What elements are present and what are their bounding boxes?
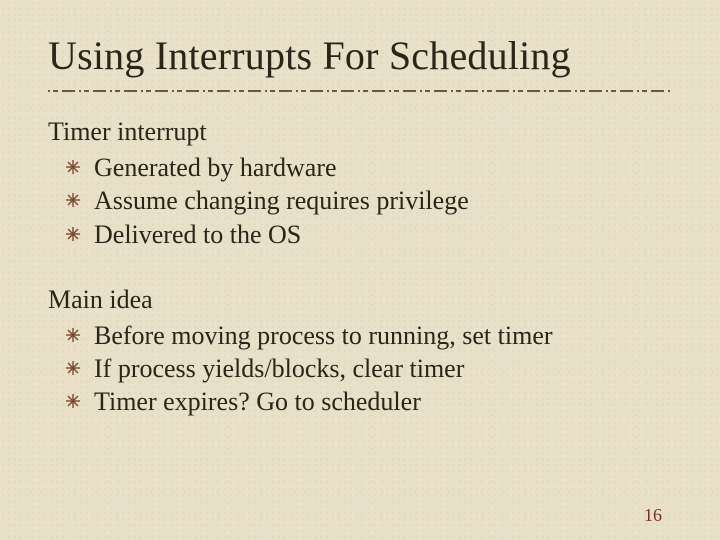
list-item: Timer expires? Go to scheduler: [48, 385, 672, 418]
bullet-icon: [66, 394, 80, 408]
list-item-text: Assume changing requires privilege: [94, 186, 469, 215]
section-1-list: Generated by hardware Assume changing re…: [48, 151, 672, 251]
bullet-icon: [66, 361, 80, 375]
section-1-head: Timer interrupt: [48, 117, 672, 147]
list-item: Generated by hardware: [48, 151, 672, 184]
list-item: Before moving process to running, set ti…: [48, 319, 672, 352]
list-item-text: Delivered to the OS: [94, 220, 301, 249]
list-item: Assume changing requires privilege: [48, 184, 672, 217]
list-item: If process yields/blocks, clear timer: [48, 352, 672, 385]
section-2-list: Before moving process to running, set ti…: [48, 319, 672, 419]
bullet-icon: [66, 160, 80, 174]
slide: Using Interrupts For Scheduling Timer in…: [0, 0, 720, 540]
bullet-icon: [66, 227, 80, 241]
list-item-text: Generated by hardware: [94, 153, 337, 182]
slide-title: Using Interrupts For Scheduling: [48, 32, 672, 79]
list-item-text: Before moving process to running, set ti…: [94, 321, 553, 350]
list-item: Delivered to the OS: [48, 218, 672, 251]
title-divider: [48, 87, 672, 95]
bullet-icon: [66, 193, 80, 207]
list-item-text: If process yields/blocks, clear timer: [94, 354, 464, 383]
list-item-text: Timer expires? Go to scheduler: [94, 387, 421, 416]
bullet-icon: [66, 328, 80, 342]
section-2-head: Main idea: [48, 285, 672, 315]
page-number: 16: [644, 505, 662, 526]
